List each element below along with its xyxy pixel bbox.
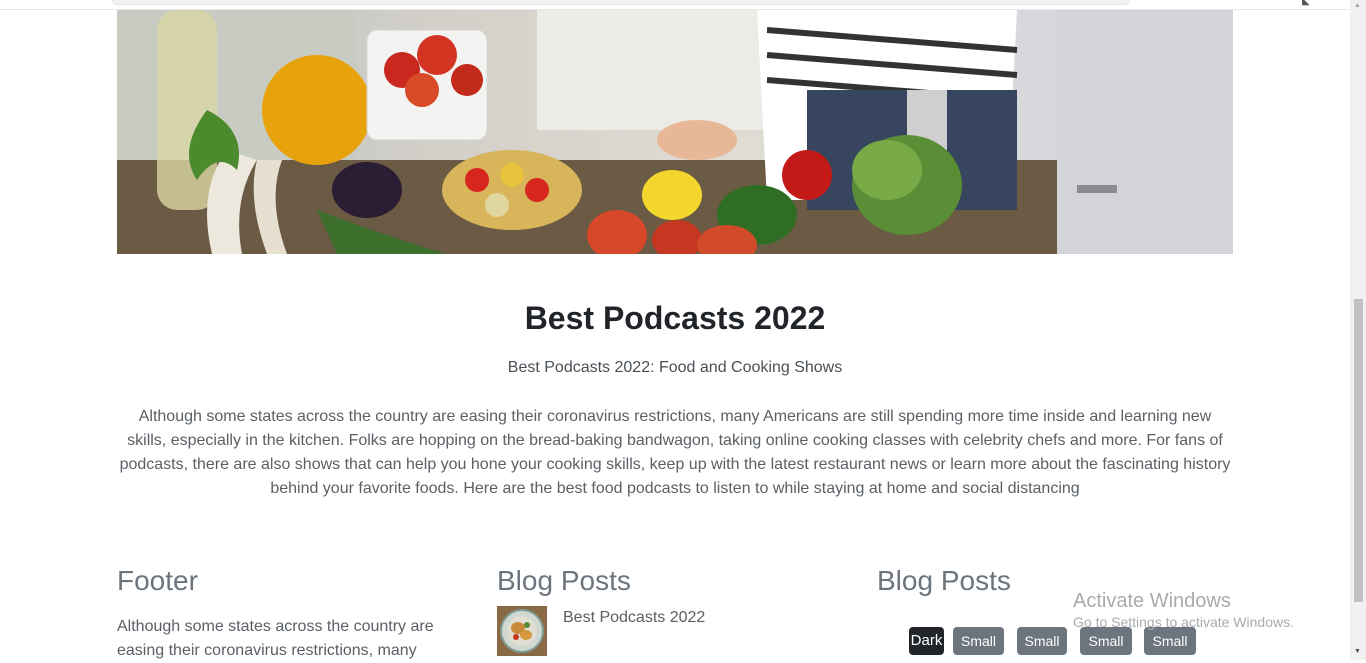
browser-top-edge: ◣ bbox=[0, 0, 1350, 10]
dark-button[interactable]: Dark bbox=[909, 627, 944, 655]
small-button-2[interactable]: Small bbox=[1017, 627, 1067, 655]
activate-windows-subtitle: Go to Settings to activate Windows. bbox=[1073, 614, 1294, 630]
scroll-down-icon[interactable]: ▼ bbox=[1354, 648, 1361, 655]
kitchen-vegetables-photo bbox=[117, 10, 1233, 254]
article-subtitle: Best Podcasts 2022: Food and Cooking Sho… bbox=[507, 359, 843, 376]
scroll-up-icon[interactable]: ▲ bbox=[1354, 2, 1361, 9]
corner-icon: ◣ bbox=[1302, 0, 1310, 7]
small-button-1[interactable]: Small bbox=[953, 627, 1004, 655]
vertical-scrollbar[interactable]: ▲ ▼ bbox=[1350, 0, 1366, 660]
footer-text: Although some states across the country … bbox=[117, 618, 434, 659]
small-button-3[interactable]: Small bbox=[1080, 627, 1132, 655]
scrollbar-thumb[interactable] bbox=[1354, 299, 1363, 602]
footer-heading: Footer bbox=[117, 565, 198, 596]
hero-image bbox=[117, 10, 1233, 254]
blog-posts-heading-2: Blog Posts bbox=[877, 565, 1011, 596]
post-thumbnail[interactable] bbox=[497, 606, 547, 656]
small-button-4[interactable]: Small bbox=[1144, 627, 1196, 655]
blog-posts-heading: Blog Posts bbox=[497, 565, 631, 596]
food-plate-icon bbox=[497, 606, 547, 656]
activate-windows-title: Activate Windows bbox=[1073, 590, 1231, 612]
post-link[interactable]: Best Podcasts 2022 bbox=[563, 609, 705, 627]
article-body: Although some states across the country … bbox=[119, 408, 1231, 497]
navbar-edge bbox=[112, 0, 1130, 5]
article-title: Best Podcasts 2022 bbox=[524, 300, 826, 336]
